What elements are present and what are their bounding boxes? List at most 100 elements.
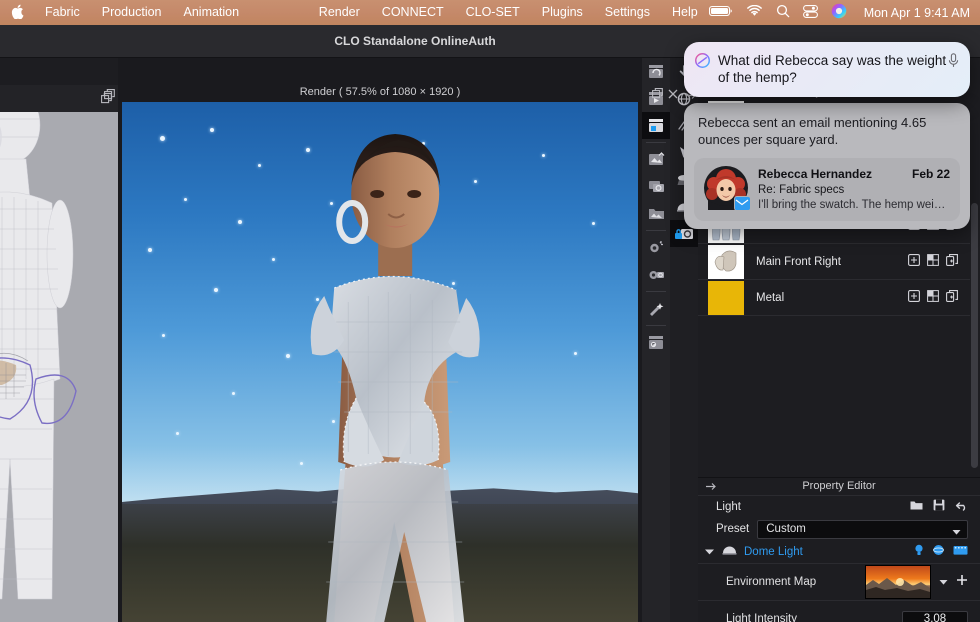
menu-item-render[interactable]: Render — [308, 0, 371, 25]
folder-open-icon[interactable] — [910, 498, 923, 516]
menu-item-help[interactable]: Help — [661, 0, 709, 25]
control-center-icon[interactable] — [803, 5, 818, 21]
dome-light-row[interactable]: Dome Light — [698, 541, 980, 564]
dome-expand-icon[interactable] — [704, 543, 715, 561]
object-row-label: Metal — [744, 292, 908, 304]
light-section-label: Light — [716, 501, 910, 513]
rendered-garment-figure — [228, 102, 558, 622]
light-intensity-value[interactable]: 3.08 — [902, 611, 968, 622]
object-thumbnail — [708, 281, 744, 315]
preset-row: Preset Custom — [698, 517, 980, 541]
dome-light-label: Dome Light — [744, 546, 908, 558]
filmstrip-icon[interactable] — [953, 543, 968, 561]
menu-item-production[interactable]: Production — [91, 0, 173, 25]
mail-card-body: Rebecca Hernandez Feb 22 Re: Fabric spec… — [758, 166, 950, 213]
uv-grid-icon[interactable] — [927, 253, 939, 271]
menu-item-fabric[interactable]: Fabric — [34, 0, 91, 25]
property-editor-panel: Property Editor Light Preset Custom — [698, 477, 980, 622]
menu-item-plugins[interactable]: Plugins — [531, 0, 594, 25]
sphere-icon[interactable] — [932, 543, 945, 561]
render-canvas[interactable] — [122, 102, 638, 622]
environment-map-label: Environment Map — [726, 576, 865, 588]
garment-panel-titlebar — [0, 85, 118, 112]
add-icon[interactable] — [908, 253, 920, 271]
collapse-arrow-icon[interactable] — [706, 480, 717, 497]
dome-light-actions — [914, 543, 968, 561]
search-icon[interactable] — [776, 4, 790, 21]
render-refresh-icon[interactable] — [642, 58, 670, 85]
siri-answer-text: Rebecca sent an email mentioning 4.65 ou… — [698, 114, 956, 148]
mail-card-header: Rebecca Hernandez Feb 22 — [758, 166, 950, 183]
bulb-icon[interactable] — [914, 543, 924, 561]
mail-preview: I'll bring the swatch. The hemp weighs..… — [758, 198, 950, 213]
magic-wand-icon[interactable] — [642, 295, 670, 322]
menubar-clock: Mon Apr 1 9:41 AM — [860, 6, 970, 20]
image-export-icon[interactable] — [642, 146, 670, 173]
add-icon[interactable] — [908, 289, 920, 307]
mail-date: Feb 22 — [912, 166, 950, 183]
gear-render-icon[interactable] — [642, 234, 670, 261]
undo-icon[interactable] — [955, 498, 968, 516]
toolbar-divider — [646, 325, 666, 326]
chevron-down-icon — [952, 525, 961, 542]
duplicate-icon[interactable] — [946, 253, 958, 271]
render-active-icon[interactable] — [642, 112, 670, 139]
gear-camera-icon[interactable] — [642, 261, 670, 288]
apple-logo-icon[interactable] — [0, 4, 34, 22]
avatar-wireframe-view — [0, 85, 98, 622]
save-icon[interactable] — [933, 498, 945, 516]
render-viewport-header: Render ( 57.5% of 1080 × 1920 ) — [118, 85, 642, 100]
preset-value: Custom — [766, 523, 806, 535]
siri-query-bubble: What did Rebecca say was the weight of t… — [684, 42, 970, 97]
siri-query-text: What did Rebecca say was the weight of t… — [718, 53, 946, 85]
object-row-label: Main Front Right — [744, 256, 908, 268]
app-title: CLO Standalone OnlineAuth — [334, 34, 495, 48]
light-intensity-label: Light Intensity — [726, 613, 902, 622]
environment-map-thumbnail[interactable] — [865, 565, 931, 599]
menubar-status-area: Mon Apr 1 9:41 AM — [709, 3, 980, 22]
light-section-header: Light — [698, 495, 980, 517]
toolbar-divider — [646, 142, 666, 143]
mail-result-card[interactable]: Rebecca Hernandez Feb 22 Re: Fabric spec… — [694, 158, 960, 221]
preset-label: Preset — [716, 523, 749, 535]
currency-render-icon[interactable] — [642, 329, 670, 356]
property-editor-title: Property Editor — [698, 478, 980, 495]
object-row-main-front-right[interactable]: Main Front Right — [698, 244, 970, 280]
menu-item-settings[interactable]: Settings — [594, 0, 661, 25]
dome-icon — [721, 543, 738, 561]
menubar: Fabric Production Animation Render CONNE… — [0, 0, 980, 25]
garment-3d-panel[interactable] — [0, 85, 118, 622]
ob-restore-icon[interactable] — [652, 86, 663, 104]
battery-icon[interactable] — [709, 5, 733, 20]
render-viewport[interactable]: Render ( 57.5% of 1080 × 1920 ) — [118, 58, 642, 622]
menu-item-connect[interactable]: CONNECT — [371, 0, 455, 25]
object-row-actions — [908, 253, 970, 271]
object-row-actions — [908, 289, 970, 307]
environment-map-plus-icon[interactable] — [956, 573, 968, 591]
mail-subject: Re: Fabric specs — [758, 183, 950, 198]
menu-item-clo-set[interactable]: CLO-SET — [455, 0, 531, 25]
siri-answer-card: Rebecca sent an email mentioning 4.65 ou… — [684, 103, 970, 229]
wifi-icon[interactable] — [746, 5, 763, 20]
environment-map-row[interactable]: Environment Map — [698, 564, 980, 601]
object-browser-scrollbar[interactable] — [971, 203, 978, 468]
image-folder-icon[interactable] — [642, 200, 670, 227]
menu-item-animation[interactable]: Animation — [173, 0, 251, 25]
render-toolbar-primary — [642, 58, 670, 622]
object-thumbnail — [708, 245, 744, 279]
mail-sender-name: Rebecca Hernandez — [758, 166, 912, 183]
preset-select[interactable]: Custom — [757, 520, 968, 539]
toolbar-divider — [646, 291, 666, 292]
toolbar-divider — [646, 230, 666, 231]
snapshot-icon[interactable] — [642, 173, 670, 200]
duplicate-icon[interactable] — [946, 289, 958, 307]
environment-map-chevron-icon[interactable] — [939, 573, 948, 591]
render-restore-icon[interactable] — [104, 87, 115, 105]
siri-icon[interactable] — [831, 3, 847, 22]
close-icon[interactable] — [668, 86, 678, 104]
siri-icon — [695, 53, 710, 72]
uv-grid-icon[interactable] — [927, 289, 939, 307]
object-row-metal[interactable]: Metal — [698, 280, 970, 316]
microphone-icon[interactable] — [948, 53, 959, 72]
light-intensity-row[interactable]: Light Intensity 3.08 — [698, 601, 980, 622]
